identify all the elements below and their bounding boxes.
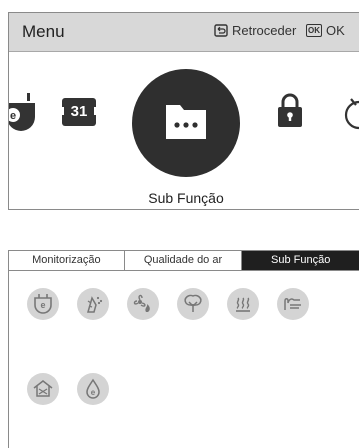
lock-icon[interactable] — [277, 92, 303, 128]
fan-heater-icon[interactable] — [127, 288, 159, 320]
tab-monitorizacao[interactable]: Monitorização — [9, 251, 125, 270]
plug-energy-icon[interactable]: e — [8, 93, 37, 131]
menu-title: Menu — [22, 22, 65, 41]
heat-waves-icon[interactable] — [227, 288, 259, 320]
sub-function-circle[interactable] — [132, 69, 240, 177]
ok-button[interactable]: OK OK — [306, 23, 345, 38]
back-label: Retroceder — [232, 23, 297, 38]
house-air-icon[interactable] — [27, 373, 59, 405]
back-button[interactable]: Retroceder — [214, 23, 296, 38]
svg-text:e: e — [40, 300, 45, 310]
filter-tree-icon[interactable] — [177, 288, 209, 320]
plug-energy-icon[interactable]: e — [27, 288, 59, 320]
menu-panel: Menu Retroceder OK OK e 31 Sub Função — [8, 12, 359, 210]
menu-carousel: e 31 Sub Função — [9, 52, 359, 209]
selected-label: Sub Função — [148, 190, 224, 206]
ok-key-icon: OK — [306, 24, 322, 37]
ok-label: OK — [326, 23, 345, 38]
tab-qualidade-do-ar[interactable]: Qualidade do ar — [125, 251, 243, 270]
sub-function-panel: Monitorização Qualidade do ar Sub Função… — [8, 250, 359, 448]
back-arrow-icon — [214, 24, 228, 37]
folder-icon — [166, 105, 206, 139]
menu-header: Menu Retroceder OK OK — [9, 13, 359, 52]
plant-care-icon[interactable] — [77, 288, 109, 320]
hand-dry-icon[interactable] — [277, 288, 309, 320]
drop-energy-icon[interactable]: e — [77, 373, 109, 405]
calendar-icon[interactable]: 31 — [61, 94, 97, 130]
tab-bar: Monitorização Qualidade do ar Sub Função — [9, 251, 359, 271]
calendar-day: 31 — [70, 103, 88, 120]
timer-icon[interactable] — [343, 97, 359, 131]
svg-text:e: e — [91, 388, 96, 397]
tab-sub-funcao[interactable]: Sub Função — [242, 251, 359, 270]
svg-text:e: e — [10, 110, 16, 122]
